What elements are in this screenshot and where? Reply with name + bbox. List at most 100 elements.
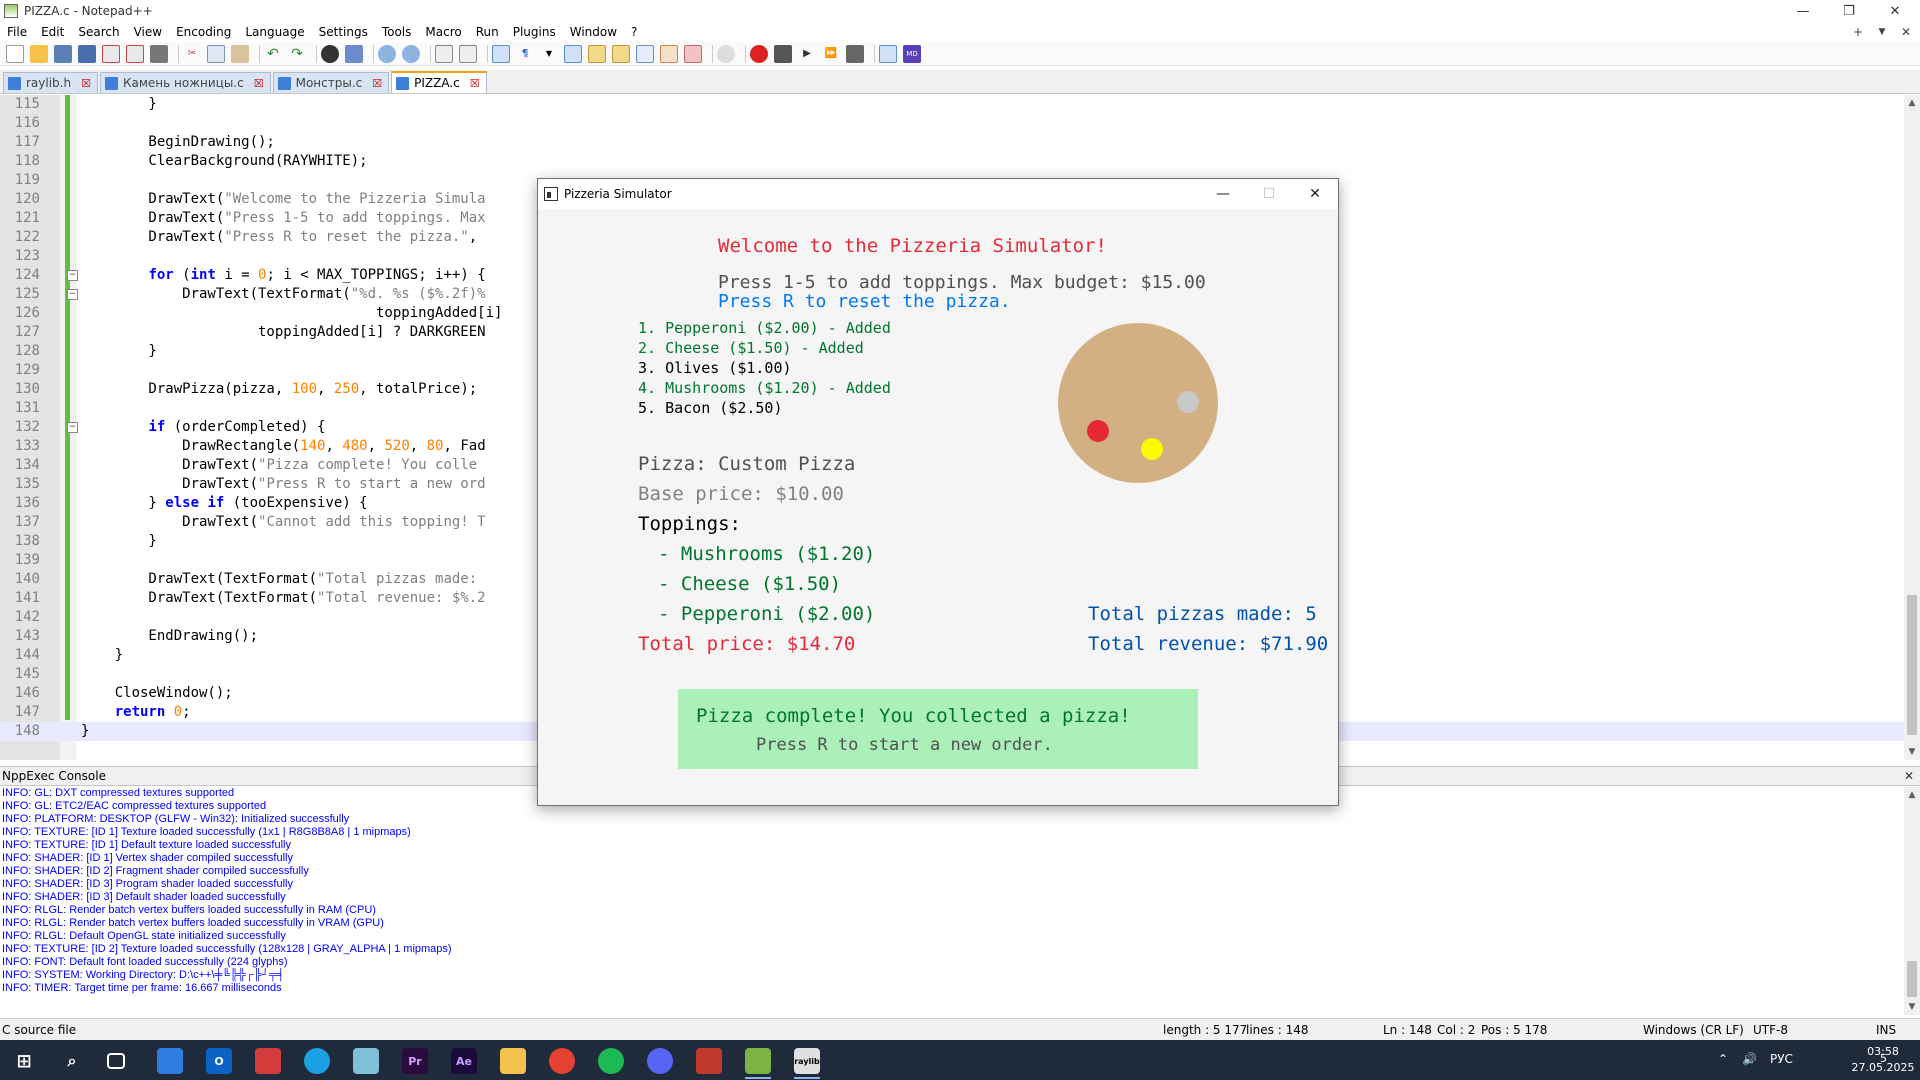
code-text[interactable]: DrawText("Pizza complete! You colle	[81, 456, 477, 475]
menu-edit[interactable]: Edit	[34, 25, 71, 39]
code-text[interactable]: if (orderCompleted) {	[81, 418, 325, 437]
outlook-icon[interactable]: O	[206, 1048, 232, 1074]
windows-start-icon[interactable]: ⊞	[11, 1048, 37, 1074]
monitoring-icon[interactable]	[717, 44, 735, 63]
indent-guide-icon[interactable]	[564, 44, 582, 63]
close-icon[interactable]: ☒	[470, 77, 480, 90]
spotify-icon[interactable]	[598, 1048, 624, 1074]
menu-settings[interactable]: Settings	[312, 25, 375, 39]
game-title-bar[interactable]: Pizzeria Simulator — ☐ ✕	[538, 179, 1338, 209]
store-icon[interactable]	[157, 1048, 183, 1074]
scrollbar-thumb[interactable]	[1907, 595, 1917, 735]
menu-run[interactable]: Run	[469, 25, 506, 39]
chrome-icon[interactable]	[549, 1048, 575, 1074]
code-text[interactable]: EndDrawing();	[81, 627, 258, 646]
code-text[interactable]: return 0;	[81, 703, 191, 722]
redo-icon[interactable]: ↷	[288, 45, 306, 63]
close-button[interactable]: ✕	[1872, 0, 1918, 22]
word-wrap-icon[interactable]	[492, 44, 510, 63]
save-all-icon[interactable]	[78, 44, 96, 63]
sync-vertical-icon[interactable]	[435, 44, 453, 63]
cut-icon[interactable]: ✂	[183, 45, 201, 63]
menu-encoding[interactable]: Encoding	[169, 25, 238, 39]
code-text[interactable]: }	[81, 722, 89, 741]
close-doc-button[interactable]: ✕	[1894, 22, 1918, 42]
code-text[interactable]: for (int i = 0; i < MAX_TOPPINGS; i++) {	[81, 266, 485, 285]
code-text[interactable]: }	[81, 646, 123, 665]
code-line[interactable]: 118 ClearBackground(RAYWHITE);	[0, 152, 1904, 171]
markdown-icon[interactable]: MD	[903, 44, 921, 63]
code-text[interactable]: DrawText("Press R to start a new ord	[81, 475, 485, 494]
console-close-icon[interactable]: ✕	[1904, 767, 1914, 785]
code-text[interactable]: CloseWindow();	[81, 684, 233, 703]
menu-tools[interactable]: Tools	[375, 25, 419, 39]
menu-view[interactable]: View	[127, 25, 169, 39]
status-encoding[interactable]: UTF-8	[1753, 1023, 1788, 1037]
add-tab-button[interactable]: +	[1846, 22, 1870, 42]
discord-icon[interactable]	[647, 1048, 673, 1074]
notes-app-icon[interactable]	[353, 1048, 379, 1074]
raylib-taskbar-icon[interactable]: raylib	[794, 1048, 820, 1074]
copy-icon[interactable]	[207, 44, 225, 63]
play-macro-icon[interactable]: ▶	[798, 45, 816, 63]
code-text[interactable]: toppingAdded[i] ? DARKGREEN	[81, 323, 486, 342]
code-line[interactable]: 117 BeginDrawing();	[0, 133, 1904, 152]
fold-toggle-icon[interactable]: −	[67, 270, 78, 281]
folder-workspace-icon[interactable]	[684, 44, 702, 63]
code-text[interactable]: BeginDrawing();	[81, 133, 274, 152]
task-view-icon[interactable]	[107, 1053, 125, 1069]
code-text[interactable]: DrawText("Welcome to the Pizzeria Simula	[81, 190, 485, 209]
calendar-app-icon[interactable]	[255, 1048, 281, 1074]
print-icon[interactable]	[150, 44, 168, 63]
file-explorer-icon[interactable]	[500, 1048, 526, 1074]
record-macro-icon[interactable]	[750, 44, 768, 63]
menu-plugins[interactable]: Plugins	[506, 25, 563, 39]
menu-window[interactable]: Window	[563, 25, 624, 39]
zoom-in-icon[interactable]	[378, 44, 396, 63]
code-text[interactable]: DrawPizza(pizza, 100, 250, totalPrice);	[81, 380, 477, 399]
menu-file[interactable]: File	[0, 25, 34, 39]
code-line[interactable]: 115 }	[0, 95, 1904, 114]
close-icon[interactable]: ☒	[372, 77, 382, 90]
paste-icon[interactable]	[231, 44, 249, 63]
tab-pizza-c[interactable]: PIZZA.c ☒	[391, 71, 487, 93]
function-list-icon[interactable]	[660, 44, 678, 63]
status-eol[interactable]: Windows (CR LF)	[1643, 1023, 1744, 1037]
premiere-icon[interactable]: Pr	[402, 1048, 428, 1074]
code-text[interactable]: ClearBackground(RAYWHITE);	[81, 152, 367, 171]
scrollbar-thumb[interactable]	[1907, 961, 1917, 997]
menu-language[interactable]: Language	[238, 25, 311, 39]
tray-chevron-icon[interactable]: ⌃	[1718, 1052, 1728, 1066]
close-icon[interactable]: ☒	[81, 77, 91, 90]
scroll-down-arrow-icon[interactable]: ▼	[1904, 999, 1920, 1015]
code-text[interactable]: DrawText(TextFormat("Total pizzas made:	[81, 570, 477, 589]
udl-icon[interactable]	[588, 44, 606, 63]
edge-icon[interactable]	[304, 1048, 330, 1074]
status-insert-mode[interactable]: INS	[1876, 1023, 1896, 1037]
fold-toggle-icon[interactable]: −	[67, 289, 78, 300]
fold-toggle-icon[interactable]: −	[67, 422, 78, 433]
code-text[interactable]: DrawText("Press 1-5 to add toppings. Max	[81, 209, 485, 228]
scroll-down-arrow-icon[interactable]: ▼	[1904, 744, 1920, 760]
code-text[interactable]: toppingAdded[i]	[81, 304, 502, 323]
console-toggle-icon[interactable]	[879, 44, 897, 63]
stop-macro-icon[interactable]	[774, 44, 792, 63]
open-file-icon[interactable]	[30, 44, 48, 63]
game-minimize-button[interactable]: —	[1200, 179, 1246, 209]
tab-monstry-c[interactable]: Монстры.c ☒	[272, 72, 390, 93]
chevron-down-icon[interactable]: ▼	[540, 45, 558, 63]
run-macro-multiple-icon[interactable]: ⏩	[822, 45, 840, 63]
code-text[interactable]: }	[81, 95, 156, 114]
new-file-icon[interactable]	[6, 44, 24, 63]
minimize-button[interactable]: —	[1780, 0, 1826, 22]
replace-icon[interactable]	[345, 44, 363, 63]
language-indicator[interactable]: РУС	[1770, 1052, 1793, 1066]
console-vertical-scrollbar[interactable]: ▲ ▼	[1904, 787, 1920, 1015]
search-icon[interactable]: ⌕	[59, 1048, 85, 1074]
close-all-icon[interactable]	[126, 44, 144, 63]
game-app-icon[interactable]	[696, 1048, 722, 1074]
game-close-button[interactable]: ✕	[1292, 179, 1338, 209]
find-icon[interactable]	[321, 44, 339, 63]
volume-icon[interactable]: 🔊	[1742, 1052, 1757, 1066]
close-icon[interactable]: ☒	[254, 77, 264, 90]
